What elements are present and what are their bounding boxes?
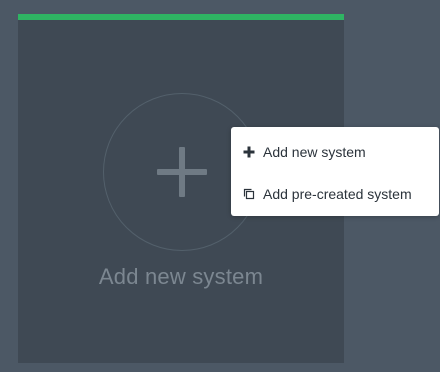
menu-item-add-pre-created-system[interactable]: Add pre-created system (231, 177, 439, 211)
add-system-menu: Add new system Add pre-created system (231, 127, 439, 216)
copy-icon (242, 187, 256, 201)
menu-item-add-new-system[interactable]: Add new system (231, 135, 439, 169)
card-accent-bar (18, 14, 344, 20)
menu-item-label: Add pre-created system (263, 186, 412, 202)
app-background: Add new system Add new system Add pre-cr… (0, 0, 440, 372)
menu-item-label: Add new system (263, 144, 366, 160)
card-title: Add new system (98, 264, 264, 289)
plus-icon (242, 145, 256, 159)
plus-icon (157, 147, 207, 197)
